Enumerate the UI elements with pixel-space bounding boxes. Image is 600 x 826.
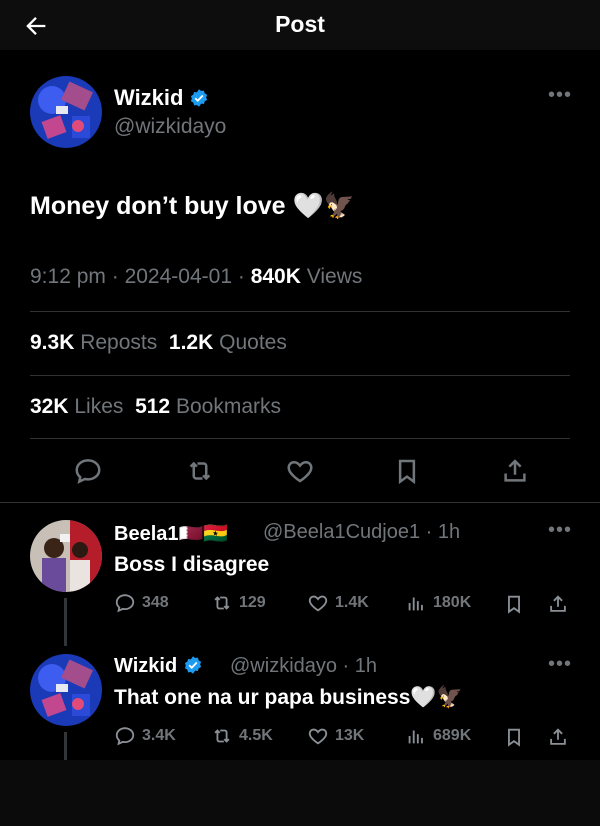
avatar-image-icon <box>30 654 102 726</box>
top-bar: Post <box>0 0 600 50</box>
reposts-quotes-row: 9.3K Reposts 1.2K Quotes <box>30 331 287 355</box>
reply-button[interactable]: 3.4K <box>114 725 176 747</box>
quotes-label: Quotes <box>219 331 287 354</box>
like-icon <box>308 728 328 745</box>
views-icon <box>408 597 423 611</box>
reposts-count: 9.3K <box>30 331 75 354</box>
more-options-icon[interactable]: ••• <box>548 84 572 107</box>
separator: · <box>237 265 245 288</box>
page-title: Post <box>275 11 325 37</box>
reply-author-name[interactable]: Beela1🇶🇦🇬🇭 <box>114 521 228 546</box>
repost-count: 4.5K <box>239 727 273 744</box>
separator: · <box>111 265 119 288</box>
like-count: 1.4K <box>335 594 369 611</box>
quotes-stat[interactable]: 1.2K Quotes <box>169 331 287 354</box>
reply-icon[interactable] <box>73 456 103 486</box>
views-count: 180K <box>433 594 472 611</box>
views-button[interactable]: 180K <box>405 592 471 614</box>
repost-count: 129 <box>239 594 266 611</box>
post-meta: 9:12 pm · 2024-04-01 · 840K Views <box>30 265 362 289</box>
bookmarks-label: Bookmarks <box>175 395 281 418</box>
verified-badge-icon <box>191 89 208 107</box>
likes-stat[interactable]: 32K Likes <box>30 395 123 418</box>
reposts-stat[interactable]: 9.3K Reposts <box>30 331 157 354</box>
likes-bookmarks-row: 32K Likes 512 Bookmarks <box>30 395 281 419</box>
bookmark-icon[interactable] <box>503 726 525 748</box>
post-text: Money don’t buy love 🤍🦅 <box>30 192 355 220</box>
divider <box>30 311 570 312</box>
reply-text: Boss I disagree <box>114 553 270 576</box>
share-icon[interactable] <box>547 593 569 615</box>
views-label: Views <box>306 265 363 288</box>
bookmarks-stat[interactable]: 512 Bookmarks <box>135 395 281 418</box>
repost-button[interactable]: 129 <box>211 592 266 614</box>
divider <box>30 375 570 376</box>
views-icon <box>408 730 423 744</box>
thread-line <box>64 598 67 646</box>
bookmark-icon[interactable] <box>392 456 422 486</box>
repost-icon[interactable] <box>185 456 215 486</box>
reply-author-handle[interactable]: @Beela1Cudjoe1 · 1h <box>263 521 460 544</box>
reply-text: That one na ur papa business🤍🦅 <box>114 686 463 709</box>
reply-author-name[interactable]: Wizkid <box>114 655 203 678</box>
post-time[interactable]: 9:12 pm <box>30 265 106 288</box>
divider <box>30 438 570 439</box>
more-options-icon[interactable]: ••• <box>548 653 572 676</box>
repost-icon <box>214 596 230 610</box>
share-icon[interactable] <box>500 456 530 486</box>
like-button[interactable]: 13K <box>307 725 364 747</box>
views-count: 840K <box>250 265 301 288</box>
like-button[interactable]: 1.4K <box>307 592 369 614</box>
likes-count: 32K <box>30 395 69 418</box>
bottom-fade <box>0 760 600 826</box>
avatar-image-icon <box>30 76 102 148</box>
author-name-text[interactable]: Wizkid <box>114 85 183 110</box>
verified-badge-icon <box>185 656 202 674</box>
reply-author-name-text[interactable]: Wizkid <box>114 655 177 677</box>
repost-button[interactable]: 4.5K <box>211 725 273 747</box>
reply-count: 348 <box>142 594 169 611</box>
thread-line <box>64 732 67 760</box>
bookmark-icon[interactable] <box>503 593 525 615</box>
reply-icon <box>115 727 135 746</box>
repost-icon <box>214 729 230 743</box>
like-icon[interactable] <box>285 456 315 486</box>
avatar[interactable] <box>30 76 102 148</box>
share-icon[interactable] <box>547 726 569 748</box>
reply-count: 3.4K <box>142 727 176 744</box>
bookmarks-count: 512 <box>135 395 171 418</box>
quotes-count: 1.2K <box>168 331 214 354</box>
post-date[interactable]: 2024-04-01 <box>125 265 232 288</box>
like-icon <box>308 595 328 612</box>
views-button[interactable]: 689K <box>405 725 471 747</box>
reply-button[interactable]: 348 <box>114 592 169 614</box>
avatar[interactable] <box>30 520 102 592</box>
avatar-image-icon <box>30 520 102 592</box>
avatar[interactable] <box>30 654 102 726</box>
reply-icon <box>115 594 135 613</box>
likes-label: Likes <box>74 395 124 418</box>
author-handle[interactable]: @wizkidayo <box>114 115 226 139</box>
views-count: 689K <box>433 727 472 744</box>
reply-author-handle[interactable]: @wizkidayo · 1h <box>230 655 377 678</box>
reposts-label: Reposts <box>80 331 158 354</box>
like-count: 13K <box>335 727 365 744</box>
divider <box>0 502 600 503</box>
more-options-icon[interactable]: ••• <box>548 519 572 542</box>
author-name[interactable]: Wizkid <box>114 85 209 111</box>
